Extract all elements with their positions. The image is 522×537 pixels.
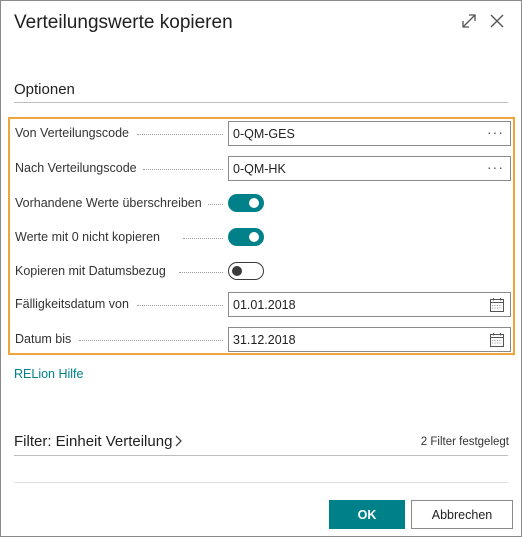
leader-dots (137, 134, 223, 135)
row-werte-mit-0: Werte mit 0 nicht kopieren (15, 225, 511, 251)
section-divider (14, 102, 508, 103)
expand-icon[interactable] (460, 12, 478, 30)
werte-mit-0-toggle[interactable] (228, 228, 264, 246)
dialog-window: Verteilungswerte kopieren Optionen Von V… (0, 0, 522, 537)
cancel-button[interactable]: Abbrechen (411, 500, 513, 529)
label-nach-verteilungscode: Nach Verteilungscode (15, 161, 137, 175)
faelligkeitsdatum-von-value: 01.01.2018 (233, 298, 296, 312)
nach-verteilungscode-value: 0-QM-HK (233, 162, 286, 176)
row-faelligkeitsdatum-von: Fälligkeitsdatum von 01.01.2018 (15, 292, 511, 318)
filter-section-title: Filter: Einheit Verteilung (14, 433, 173, 450)
kopieren-datumsbezug-toggle[interactable] (228, 262, 264, 280)
leader-dots (179, 272, 223, 273)
chevron-right-icon (174, 434, 184, 452)
lookup-ellipsis-icon[interactable]: ··· (487, 124, 504, 140)
ok-button[interactable]: OK (329, 500, 405, 529)
von-verteilungscode-value: 0-QM-GES (233, 127, 295, 141)
toggle-knob (249, 198, 259, 208)
leader-dots (183, 238, 223, 239)
footer-divider (14, 482, 508, 483)
row-von-verteilungscode: Von Verteilungscode 0-QM-GES ··· (15, 121, 511, 147)
leader-dots (143, 169, 223, 170)
close-icon[interactable] (488, 12, 506, 30)
von-verteilungscode-input[interactable]: 0-QM-GES ··· (228, 121, 511, 146)
vorhandene-werte-toggle[interactable] (228, 194, 264, 212)
row-nach-verteilungscode: Nach Verteilungscode 0-QM-HK ··· (15, 156, 511, 182)
section-title-optionen: Optionen (14, 81, 75, 98)
dialog-title: Verteilungswerte kopieren (14, 12, 233, 33)
toggle-knob (249, 232, 259, 242)
calendar-icon[interactable] (489, 332, 505, 348)
label-von-verteilungscode: Von Verteilungscode (15, 126, 129, 140)
row-vorhandene-werte: Vorhandene Werte überschreiben (15, 191, 511, 217)
label-vorhandene-werte: Vorhandene Werte überschreiben (15, 196, 202, 210)
nach-verteilungscode-input[interactable]: 0-QM-HK ··· (228, 156, 511, 181)
filter-count-text: 2 Filter festgelegt (420, 436, 509, 448)
relion-hilfe-link[interactable]: RELion Hilfe (14, 367, 83, 381)
row-kopieren-datumsbezug: Kopieren mit Datumsbezug (15, 259, 511, 285)
filter-divider (14, 455, 508, 456)
datum-bis-value: 31.12.2018 (233, 333, 296, 347)
label-faelligkeitsdatum-von: Fälligkeitsdatum von (15, 297, 129, 311)
lookup-ellipsis-icon[interactable]: ··· (487, 159, 504, 175)
label-datum-bis: Datum bis (15, 332, 72, 346)
datum-bis-input[interactable]: 31.12.2018 (228, 327, 511, 352)
label-kopieren-datumsbezug: Kopieren mit Datumsbezug (15, 264, 166, 278)
row-datum-bis: Datum bis 31.12.2018 (15, 327, 511, 353)
faelligkeitsdatum-von-input[interactable]: 01.01.2018 (228, 292, 511, 317)
leader-dots (137, 305, 223, 306)
leader-dots (208, 204, 223, 205)
leader-dots (79, 340, 223, 341)
toggle-knob (232, 266, 242, 276)
filter-section-header[interactable]: Filter: Einheit Verteilung (14, 433, 184, 452)
calendar-icon[interactable] (489, 297, 505, 313)
label-werte-mit-0: Werte mit 0 nicht kopieren (15, 230, 160, 244)
